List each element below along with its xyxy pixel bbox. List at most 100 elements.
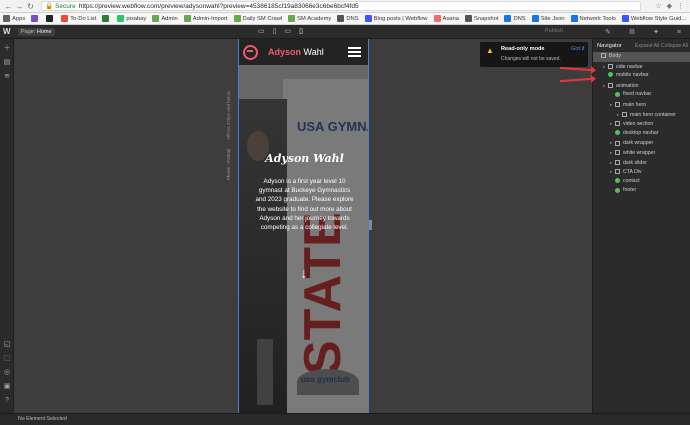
- bookmark-item[interactable]: SM Academy: [288, 15, 331, 22]
- portrait-phone-icon[interactable]: ▯: [299, 27, 303, 35]
- navigator-row-label: main hero container: [630, 111, 676, 118]
- preview-icon[interactable]: ◎: [3, 369, 11, 377]
- add-element-icon[interactable]: ＋: [3, 45, 11, 53]
- mobile-navbar: Adyson Wahl: [239, 39, 368, 65]
- bookmark-item[interactable]: [46, 15, 55, 22]
- bookmark-favicon-icon: [433, 15, 441, 22]
- pages-icon[interactable]: ▤: [3, 59, 11, 67]
- navigator-row-label: dark wrapper: [623, 140, 654, 147]
- phone-preview[interactable]: USA GYMNA STATE usa gymclub Adyson Wahl …: [238, 39, 369, 413]
- back-icon[interactable]: ←: [4, 2, 13, 11]
- scroll-down-arrow-icon[interactable]: ↓: [297, 265, 311, 281]
- bookmark-favicon-icon: [504, 15, 512, 22]
- reload-icon[interactable]: ↻: [26, 2, 35, 11]
- bookmark-label: Blog posts | Webflow: [373, 15, 428, 22]
- brand-last-name: Wahl: [303, 47, 324, 57]
- div-block-icon: [615, 121, 620, 127]
- navigator-row[interactable]: ▸ animation: [593, 81, 690, 91]
- forward-icon[interactable]: →: [15, 2, 24, 11]
- got-it-button[interactable]: Got it: [571, 46, 584, 52]
- bookmarks-bar: Apps To-Do List pixabay Admin Admin-Import Da…: [0, 13, 690, 25]
- navigator-row[interactable]: ▸ dark wrapper: [593, 138, 690, 148]
- resize-handle[interactable]: [369, 220, 372, 230]
- div-block-icon: [615, 102, 620, 108]
- div-block-icon: [622, 111, 627, 117]
- bookmark-favicon-icon: [102, 15, 110, 22]
- bookmark-item[interactable]: Network Tools: [570, 15, 616, 22]
- navigator-row[interactable]: ▸ dark slider: [593, 158, 690, 168]
- navigator-row-label: white wrapper: [623, 150, 656, 156]
- navigator-row-label: desktop navbar: [623, 129, 659, 136]
- navigator-row[interactable]: contact: [593, 177, 690, 187]
- publish-button[interactable]: Publish: [545, 28, 563, 34]
- style-brush-icon[interactable]: ✎: [605, 28, 611, 36]
- interactions-icon[interactable]: ✦: [653, 28, 659, 36]
- desktop-icon[interactable]: ▭: [258, 27, 265, 35]
- navigator-row[interactable]: Body: [593, 52, 690, 62]
- page-name: Home: [36, 29, 52, 35]
- navigator-row-label: CTA Div: [623, 169, 642, 176]
- bookmark-item[interactable]: Site Json: [531, 15, 565, 22]
- collapse-all-button[interactable]: Collapse All: [661, 43, 688, 49]
- bookmark-favicon-icon: [61, 15, 69, 22]
- symbol-icon: [615, 177, 620, 183]
- hero-overlay: [239, 65, 368, 413]
- landscape-phone-icon[interactable]: ▭: [284, 27, 291, 35]
- bookmark-item[interactable]: To-Do List: [61, 15, 96, 22]
- navigator-row[interactable]: ▸ side navbar: [593, 62, 690, 72]
- cms-icon[interactable]: ≋: [3, 73, 11, 81]
- url-input[interactable]: 🔒 Secure https://preview.webflow.com/pre…: [41, 1, 641, 11]
- extension-icon[interactable]: ◆: [667, 2, 672, 10]
- star-icon[interactable]: ☆: [655, 2, 661, 10]
- navigator-row[interactable]: ▸ main hero: [593, 100, 690, 110]
- navigator-row[interactable]: mobile navbar: [593, 71, 690, 81]
- bookmark-item[interactable]: DNS: [504, 15, 526, 22]
- webflow-logo-icon[interactable]: W: [3, 27, 13, 37]
- hero-paragraph: Adyson is a first year level 10 gymnast …: [255, 178, 354, 232]
- hamburger-menu-icon[interactable]: [348, 47, 361, 57]
- warning-icon: ▲: [486, 46, 494, 55]
- settings-gear-icon[interactable]: ⚙: [629, 28, 635, 36]
- bookmark-item[interactable]: [31, 15, 40, 22]
- brand-logo-icon[interactable]: [243, 45, 258, 60]
- navigator-row[interactable]: ▸ main hero container: [593, 110, 690, 120]
- tablet-icon[interactable]: ▯: [273, 27, 277, 35]
- bookmark-item[interactable]: pixabay: [117, 15, 146, 22]
- navigator-row-label: video section: [623, 121, 654, 128]
- bookmark-item[interactable]: Admin: [152, 15, 178, 22]
- navigator-row-label: main hero: [623, 102, 647, 108]
- guides-icon[interactable]: ⬚: [3, 355, 11, 363]
- bookmark-item[interactable]: Webflow Style Guid...: [621, 15, 686, 22]
- symbol-icon: [615, 91, 620, 97]
- menu-icon[interactable]: ⋮: [677, 2, 684, 10]
- select-icon[interactable]: ◱: [3, 341, 11, 349]
- bookmark-item[interactable]: [102, 15, 111, 22]
- bookmark-label: To-Do List: [70, 15, 97, 22]
- div-block-icon: [615, 150, 620, 156]
- navigator-row[interactable]: fixed navbar: [593, 90, 690, 100]
- code-export-icon[interactable]: ▣: [3, 383, 11, 391]
- page-selector[interactable]: Page: Home: [18, 28, 55, 36]
- navigator-row[interactable]: footer: [593, 186, 690, 196]
- bookmark-label: Network Tools: [579, 15, 616, 22]
- help-icon[interactable]: ?: [3, 397, 11, 405]
- bookmark-item[interactable]: Apps: [3, 15, 25, 22]
- read-only-toast: ▲ Read-only mode Changes will not be sav…: [480, 42, 588, 67]
- bookmark-item[interactable]: Blog posts | Webflow: [364, 15, 428, 22]
- bookmark-item[interactable]: Admin-Import: [183, 15, 228, 22]
- bookmark-label: SM Academy: [297, 15, 332, 22]
- bookmark-item[interactable]: Asana: [433, 15, 459, 22]
- brand-name[interactable]: Adyson Wahl: [268, 47, 324, 57]
- bookmark-favicon-icon: [364, 15, 372, 22]
- lock-icon: 🔒: [45, 3, 54, 10]
- bookmark-item[interactable]: Daily SM Crawl: [233, 15, 282, 22]
- navigator-row[interactable]: ▸ CTA Div: [593, 167, 690, 177]
- bookmark-label: Site Json: [540, 15, 565, 22]
- navigator-icon[interactable]: ≡: [677, 29, 681, 36]
- bookmark-item[interactable]: DNS: [337, 15, 359, 22]
- bookmark-item[interactable]: Snapshot: [464, 15, 498, 22]
- navigator-row[interactable]: ▸ video section: [593, 119, 690, 129]
- navigator-row[interactable]: desktop navbar: [593, 129, 690, 139]
- navigator-row[interactable]: ▸ white wrapper: [593, 148, 690, 158]
- expand-all-button[interactable]: Expand All: [635, 43, 660, 49]
